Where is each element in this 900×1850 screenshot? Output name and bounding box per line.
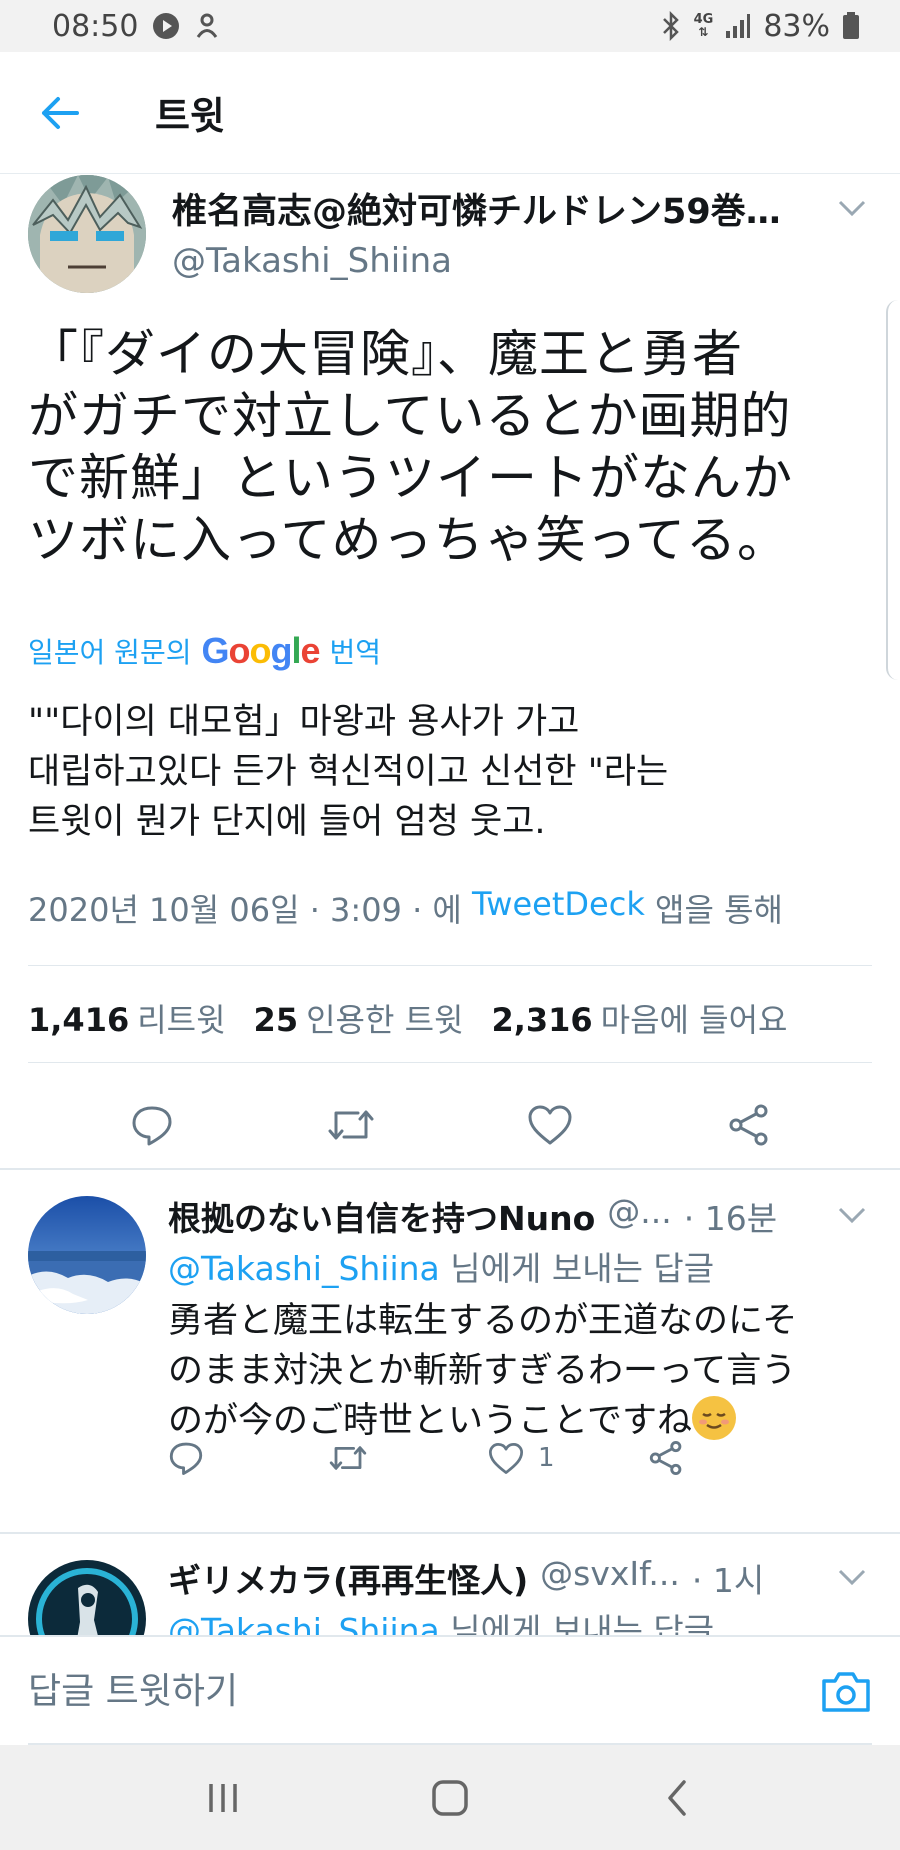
- edge-panel-handle[interactable]: [886, 300, 900, 680]
- reply-author-name[interactable]: ギリメカラ(再再生怪人): [168, 1554, 528, 1602]
- reply-mention[interactable]: @Takashi_Shiina: [168, 1611, 440, 1635]
- likes-count: 2,316: [491, 1001, 593, 1039]
- reply-time: · 1시: [691, 1561, 765, 1600]
- google-logo: Google: [201, 630, 320, 671]
- app-notification-icon: [194, 12, 220, 40]
- share-icon[interactable]: [719, 1095, 779, 1155]
- retweets-stat[interactable]: 1,416 리트윗: [28, 995, 226, 1041]
- section-divider: [0, 1532, 900, 1534]
- reply-composer: 답글 트윗하기: [0, 1635, 900, 1745]
- retweet-icon[interactable]: [321, 1095, 381, 1155]
- bluetooth-icon: [660, 11, 682, 41]
- back-icon[interactable]: [637, 1758, 717, 1838]
- reply-like-count: 1: [538, 1443, 555, 1473]
- replying-to: @Takashi_Shiina 님에게 보내는 답글: [168, 1242, 714, 1290]
- status-bar: 08:50 4G ⇅ 83%: [0, 0, 900, 52]
- quotes-count: 25: [253, 1001, 299, 1039]
- reply-mention[interactable]: @Takashi_Shiina: [168, 1249, 440, 1288]
- camera-icon[interactable]: [820, 1667, 872, 1715]
- author-handle[interactable]: @Takashi_Shiina: [172, 241, 452, 281]
- reply-author-name[interactable]: 根拠のない自信を持つNuno: [168, 1192, 595, 1240]
- translate-suffix: 번역: [329, 636, 382, 669]
- source-link[interactable]: TweetDeck: [472, 885, 645, 931]
- relieved-face-emoji-icon: [691, 1396, 736, 1440]
- chevron-down-icon[interactable]: [832, 1200, 872, 1230]
- tweet-text: 「『ダイの大冒険』、魔王と勇者 がガチで対立しているとか画期的 で新鮮」というツ…: [28, 325, 793, 569]
- status-time: 08:50: [52, 8, 139, 44]
- reply-header: ギリメカラ(再再生怪人) @svxIf... · 1시: [168, 1554, 828, 1602]
- tweet-meta: 2020년 10월 06일 · 3:09 · 에 TweetDeck 앱을 통해: [28, 885, 783, 931]
- back-arrow-icon[interactable]: [30, 83, 90, 143]
- reply-icon[interactable]: [122, 1095, 182, 1155]
- signal-icon: [725, 13, 751, 39]
- quotes-stat[interactable]: 25 인용한 트윗: [254, 995, 464, 1041]
- retweets-label: 리트윗: [137, 1001, 226, 1039]
- reply-reply-icon[interactable]: [168, 1440, 328, 1476]
- page-title: 트윗: [155, 94, 225, 138]
- retweets-count: 1,416: [28, 1001, 130, 1039]
- system-navigation-bar: [0, 1745, 900, 1850]
- tweet-date: 2020년 10월 06일 · 3:09 · 에: [28, 891, 473, 929]
- translated-text: ""다이의 대모험」마왕과 용사가 가고 대립하고있다 든가 혁신적이고 신선한…: [28, 702, 669, 842]
- reply-like-button[interactable]: 1: [488, 1442, 648, 1475]
- chevron-down-icon[interactable]: [832, 1562, 872, 1592]
- reply-avatar[interactable]: [28, 1560, 146, 1635]
- divider: [28, 1062, 872, 1063]
- network-4g-icon: 4G ⇅: [693, 12, 714, 39]
- reply-avatar[interactable]: [28, 1196, 146, 1314]
- reply-author-handle[interactable]: @...: [607, 1192, 671, 1240]
- battery-icon: [842, 12, 860, 40]
- reply-text: 勇者と魔王は転生するのが王道なのにそ のまま対決とか斬新すぎるわーって言う のが…: [168, 1296, 868, 1446]
- reply-to-suffix: 님에게 보내는 답글: [439, 1611, 715, 1635]
- likes-label: 마음에 들어요: [600, 1001, 788, 1039]
- likes-stat[interactable]: 2,316 마음에 들어요: [491, 995, 787, 1041]
- chevron-down-icon[interactable]: [832, 193, 872, 223]
- reply-input[interactable]: 답글 트윗하기: [28, 1637, 238, 1747]
- heart-icon: [488, 1442, 524, 1474]
- heart-icon[interactable]: [520, 1095, 580, 1155]
- quotes-label: 인용한 트윗: [306, 1001, 464, 1039]
- reply-time: · 16분: [683, 1199, 778, 1238]
- reply-header: 根拠のない自信を持つNuno @... · 16분: [168, 1192, 828, 1240]
- reply-author-handle[interactable]: @svxIf...: [540, 1554, 680, 1602]
- reply-tweet[interactable]: ギリメカラ(再再生怪人) @svxIf... · 1시 @Takashi_Shi…: [0, 1540, 900, 1635]
- divider: [28, 965, 872, 966]
- tweet-stats: 1,416 리트윗 25 인용한 트윗 2,316 마음에 들어요: [28, 995, 815, 1041]
- battery-percent: 83%: [763, 8, 830, 44]
- reply-to-suffix: 님에게 보내는 답글: [439, 1249, 715, 1288]
- translation-attribution: 일본어 원문의 Google 번역: [28, 630, 381, 672]
- translate-prefix: 일본어 원문의: [28, 636, 192, 669]
- replying-to: @Takashi_Shiina 님에게 보내는 답글: [168, 1604, 714, 1635]
- tweet-actions: [0, 1070, 900, 1180]
- reply-share-icon[interactable]: [648, 1440, 808, 1476]
- author-avatar[interactable]: [28, 175, 146, 293]
- reply-tweet[interactable]: 根拠のない自信を持つNuno @... · 16분 @Takashi_Shiin…: [0, 1178, 900, 1540]
- reply-retweet-icon[interactable]: [328, 1442, 488, 1474]
- reply-actions: 1: [168, 1440, 808, 1476]
- meta-suffix: 앱을 통해: [644, 891, 783, 929]
- top-app-bar: 트윗: [0, 52, 900, 174]
- section-divider: [0, 1168, 900, 1170]
- home-icon[interactable]: [410, 1758, 490, 1838]
- play-icon: [152, 12, 180, 40]
- recents-icon[interactable]: [183, 1758, 263, 1838]
- author-name[interactable]: 椎名高志@絶対可憐チルドレン59巻…: [172, 183, 822, 234]
